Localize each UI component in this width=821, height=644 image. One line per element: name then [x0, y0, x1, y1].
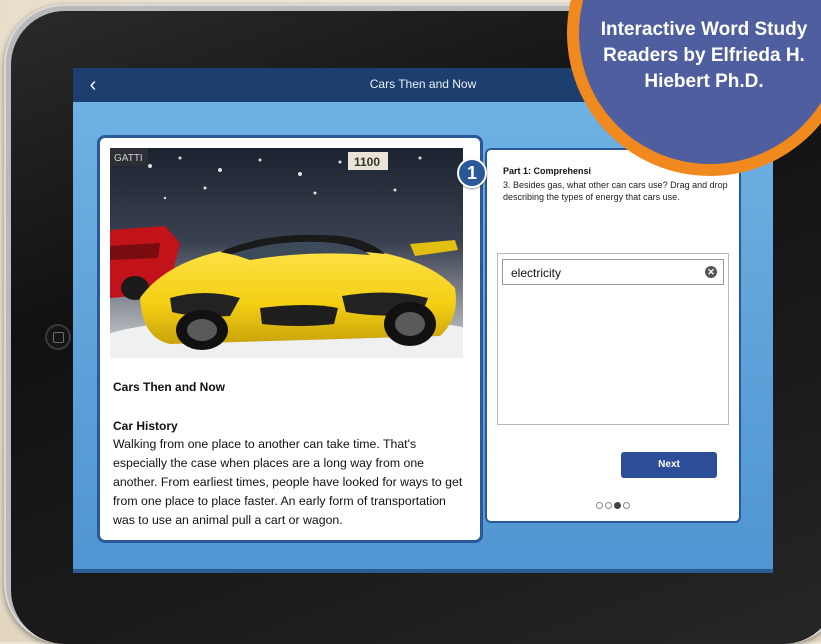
- next-button[interactable]: Next: [621, 452, 717, 478]
- answer-chip[interactable]: electricity ✕: [502, 259, 724, 285]
- answer-drop-zone[interactable]: electricity ✕: [497, 253, 729, 425]
- reading-card: GATTI 1100 Cars Then and Now Car History…: [97, 135, 483, 543]
- photo-plate-text: 1100: [354, 155, 380, 169]
- close-circle-icon[interactable]: ✕: [705, 266, 717, 278]
- page-dot[interactable]: [605, 502, 612, 510]
- promo-badge-inner: Interactive Word Study Readers by Elfrie…: [579, 0, 821, 164]
- answer-chip-label: electricity: [511, 266, 562, 280]
- page-dot-active[interactable]: [614, 502, 621, 510]
- home-button-icon[interactable]: [45, 324, 71, 350]
- photo-brand-text: GATTI: [114, 153, 143, 164]
- bottom-strip: [73, 569, 773, 573]
- section-heading: Car History: [113, 419, 178, 433]
- part-heading: Part 1: Comprehensi: [503, 166, 592, 176]
- car-photo: GATTI 1100: [110, 148, 463, 358]
- step-number-badge: 1: [457, 158, 487, 188]
- question-text: 3. Besides gas, what other can cars use?…: [503, 180, 728, 202]
- page-indicator: [487, 497, 739, 510]
- question-card: Part 1: Comprehensi 3. Besides gas, what…: [485, 148, 741, 523]
- story-body-text: Walking from one place to another can ta…: [113, 437, 463, 527]
- page-dot[interactable]: [623, 502, 630, 510]
- promo-text: Interactive Word Study Readers by Elfrie…: [600, 19, 808, 92]
- page-dot[interactable]: [596, 502, 603, 510]
- story-title: Cars Then and Now: [113, 380, 226, 394]
